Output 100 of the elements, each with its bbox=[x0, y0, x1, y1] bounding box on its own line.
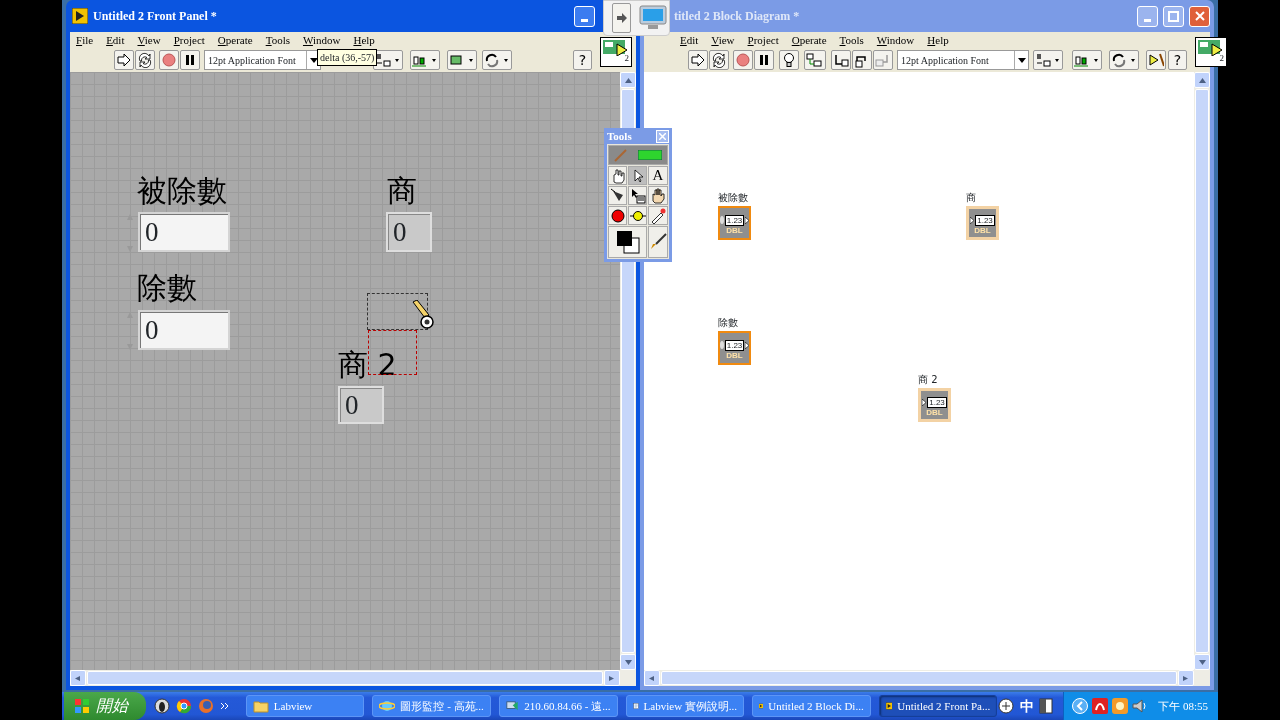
menu-item[interactable]: File bbox=[76, 31, 94, 49]
shortcut-menu-tool-button[interactable] bbox=[628, 186, 647, 205]
app-icon[interactable] bbox=[1112, 698, 1129, 714]
menu-item[interactable]: View bbox=[137, 31, 161, 49]
font-dropdown[interactable]: 12pt Application Font bbox=[204, 50, 321, 70]
monitor-icon[interactable] bbox=[639, 5, 667, 31]
help-button[interactable]: ? bbox=[1168, 50, 1187, 70]
color-tool-button[interactable] bbox=[608, 226, 647, 258]
run-button[interactable] bbox=[688, 50, 708, 70]
menu-item[interactable]: Project bbox=[173, 31, 205, 49]
scroll-up-button[interactable] bbox=[1194, 72, 1210, 88]
close-button[interactable] bbox=[1189, 5, 1210, 27]
scroll-up-button[interactable] bbox=[620, 72, 636, 88]
horizontal-scrollbar[interactable] bbox=[70, 670, 620, 686]
vertical-scrollbar[interactable] bbox=[1194, 72, 1210, 670]
scrollbar-thumb[interactable] bbox=[87, 671, 603, 685]
menu-item[interactable]: Help bbox=[353, 31, 375, 49]
menu-item[interactable]: Help bbox=[927, 31, 949, 49]
reorder-button[interactable] bbox=[482, 50, 512, 70]
scroll-tool-button[interactable] bbox=[648, 186, 668, 205]
control-terminal[interactable]: 1.23 DBL bbox=[718, 206, 751, 240]
globe-icon bbox=[379, 698, 396, 714]
align-button[interactable] bbox=[373, 50, 403, 70]
pause-button[interactable] bbox=[754, 50, 774, 70]
distribute-button[interactable] bbox=[1072, 50, 1102, 70]
position-tool-button[interactable] bbox=[628, 166, 647, 185]
operate-tool-button[interactable] bbox=[608, 166, 627, 185]
control-terminal[interactable]: 1.23 DBL bbox=[718, 331, 751, 365]
arrow-icon bbox=[74, 675, 82, 681]
menu-item[interactable]: Project bbox=[747, 31, 779, 49]
minimize-button[interactable] bbox=[574, 5, 595, 27]
wire-icon bbox=[806, 52, 824, 68]
reorder-button[interactable] bbox=[1109, 50, 1139, 70]
menu-item[interactable]: Tools bbox=[265, 31, 290, 49]
align-button[interactable] bbox=[1033, 50, 1063, 70]
taskbar-button[interactable]: Labview 實例說明... bbox=[625, 695, 745, 717]
step-into-button[interactable] bbox=[831, 50, 851, 70]
taskbar-button[interactable]: Untitled 2 Front Pa... bbox=[878, 695, 998, 717]
menu-item[interactable]: View bbox=[711, 31, 735, 49]
minimize-button[interactable] bbox=[1137, 5, 1158, 27]
half-width-icon[interactable] bbox=[1039, 698, 1054, 714]
paint-brush-button[interactable] bbox=[648, 226, 668, 258]
numeric-control[interactable]: 0 bbox=[138, 310, 230, 350]
menu-item[interactable]: Edit bbox=[680, 31, 699, 49]
penguin-icon[interactable] bbox=[153, 698, 170, 714]
taskbar-button[interactable]: Labview bbox=[245, 695, 365, 717]
speaker-icon[interactable] bbox=[1132, 698, 1149, 714]
vi-icon[interactable]: 2 bbox=[600, 37, 632, 67]
clean-up-diagram-button[interactable] bbox=[1146, 50, 1166, 70]
menu-item[interactable]: Operate bbox=[791, 31, 827, 49]
taskbar-button[interactable]: 圖形監控 - 高苑... bbox=[372, 695, 491, 717]
retain-wire-values-button[interactable] bbox=[804, 50, 826, 70]
chevron-icon[interactable] bbox=[1072, 698, 1089, 714]
scrollbar-thumb[interactable] bbox=[1195, 89, 1209, 653]
keyboard-icon[interactable] bbox=[997, 697, 1016, 715]
scroll-right-button[interactable] bbox=[604, 670, 620, 686]
step-over-button[interactable] bbox=[852, 50, 872, 70]
scrollbar-thumb[interactable] bbox=[661, 671, 1177, 685]
resize-icon bbox=[449, 52, 475, 68]
horizontal-scrollbar[interactable] bbox=[644, 670, 1194, 686]
menu-item[interactable]: Tools bbox=[839, 31, 864, 49]
indicator-terminal[interactable]: 1.23 DBL bbox=[918, 388, 951, 422]
probe-tool-button[interactable] bbox=[628, 206, 647, 225]
color-copy-tool-button[interactable] bbox=[648, 206, 668, 225]
menu-item[interactable]: Edit bbox=[106, 31, 125, 49]
app-icon[interactable] bbox=[1092, 698, 1109, 714]
maximize-button[interactable] bbox=[1163, 5, 1184, 27]
text-tool-button[interactable]: A bbox=[648, 166, 668, 185]
chevron-icon[interactable] bbox=[219, 701, 230, 711]
caret-icon bbox=[1017, 57, 1026, 63]
close-button[interactable] bbox=[656, 129, 669, 143]
scroll-left-button[interactable] bbox=[644, 670, 660, 686]
vi-icon[interactable]: 2 bbox=[1195, 37, 1227, 67]
distribute-button[interactable] bbox=[410, 50, 440, 70]
highlight-execution-button[interactable] bbox=[779, 50, 799, 70]
arrow-icon bbox=[629, 187, 646, 204]
taskbar-button[interactable]: Untitled 2 Block Di... bbox=[752, 695, 871, 717]
scroll-right-button[interactable] bbox=[1178, 670, 1194, 686]
browser-icon[interactable] bbox=[175, 698, 192, 714]
start-button[interactable]: 開始 bbox=[64, 692, 146, 720]
numeric-control[interactable]: 0 bbox=[138, 212, 230, 252]
scroll-left-button[interactable] bbox=[70, 670, 86, 686]
scroll-down-button[interactable] bbox=[620, 654, 636, 670]
font-dropdown[interactable]: 12pt Application Font bbox=[897, 50, 1029, 70]
menu-item[interactable]: Operate bbox=[217, 31, 253, 49]
run-button[interactable] bbox=[114, 50, 134, 70]
scroll-down-button[interactable] bbox=[1194, 654, 1210, 670]
pause-button[interactable] bbox=[180, 50, 200, 70]
taskbar-button[interactable]: 210.60.84.66 - 遠... bbox=[498, 695, 618, 717]
switch-arrow-button[interactable] bbox=[612, 3, 631, 33]
menu-item[interactable]: Window bbox=[302, 31, 341, 49]
input-method-indicator[interactable]: 中 bbox=[1020, 695, 1035, 717]
indicator-terminal[interactable]: 1.23 DBL bbox=[966, 206, 999, 240]
menu-item[interactable]: Window bbox=[876, 31, 915, 49]
resize-button[interactable] bbox=[447, 50, 477, 70]
run-continuously-button[interactable] bbox=[709, 50, 729, 70]
run-continuously-button[interactable] bbox=[135, 50, 155, 70]
wiring-tool-button[interactable] bbox=[608, 186, 627, 205]
breakpoint-tool-button[interactable] bbox=[608, 206, 627, 225]
help-button[interactable]: ? bbox=[573, 50, 592, 70]
